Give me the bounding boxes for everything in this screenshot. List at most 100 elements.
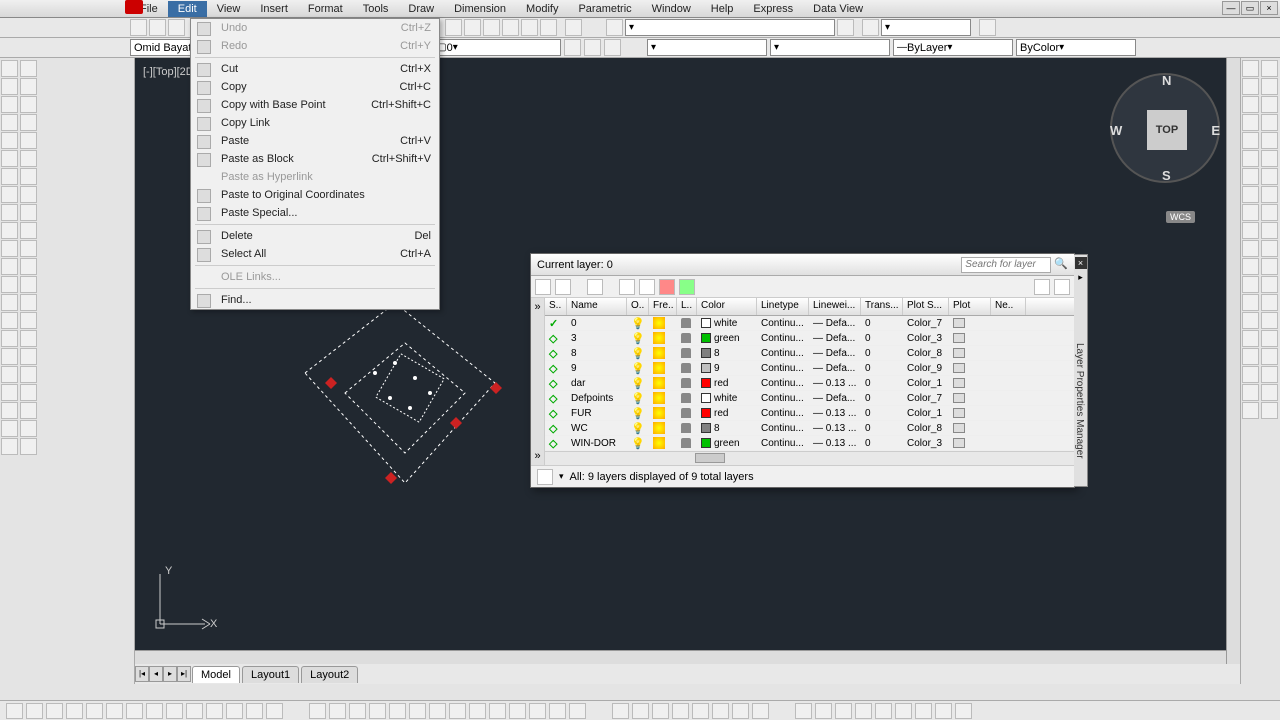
draw-tool-0[interactable] (1, 60, 18, 77)
view-cube[interactable]: TOP N S E W WCS (1105, 73, 1225, 223)
bulb-icon[interactable]: 💡 (631, 377, 645, 390)
status-toggle-13[interactable] (266, 703, 283, 719)
menu-express[interactable]: Express (743, 1, 803, 17)
bulb-icon[interactable]: 💡 (631, 347, 645, 360)
lock-icon[interactable] (681, 408, 691, 418)
viewcube-west[interactable]: W (1110, 123, 1122, 138)
draw-tool-7[interactable] (1, 186, 18, 203)
new-group-icon[interactable] (587, 279, 603, 295)
status-toggle-35[interactable] (752, 703, 769, 719)
draw-tool-9[interactable] (1, 222, 18, 239)
right-tool-b-1[interactable] (1261, 78, 1278, 95)
right-tool-a-1[interactable] (1242, 78, 1259, 95)
sun-icon[interactable] (653, 392, 665, 404)
status-toggle-0[interactable] (6, 703, 23, 719)
delete-layer-icon[interactable] (659, 279, 675, 295)
modify-tool-19[interactable] (20, 402, 37, 419)
draw-tool-13[interactable] (1, 294, 18, 311)
sun-icon[interactable] (653, 422, 665, 434)
right-tool-a-6[interactable] (1242, 168, 1259, 185)
right-tool-a-3[interactable] (1242, 114, 1259, 131)
printer-icon[interactable] (953, 348, 965, 358)
draw-tool-11[interactable] (1, 258, 18, 275)
wcs-badge[interactable]: WCS (1166, 211, 1195, 223)
properties-icon[interactable] (445, 19, 462, 36)
menu-help[interactable]: Help (701, 1, 744, 17)
draw-tool-8[interactable] (1, 204, 18, 221)
layer-filter-icon[interactable] (537, 469, 553, 485)
tab-model[interactable]: Model (192, 666, 240, 683)
sun-icon[interactable] (653, 332, 665, 344)
tab-last[interactable]: ▸| (177, 666, 191, 682)
status-toggle-36[interactable] (795, 703, 812, 719)
refresh-icon[interactable] (1034, 279, 1050, 295)
bulb-icon[interactable]: 💡 (631, 407, 645, 420)
layer-states2-icon[interactable] (604, 39, 621, 56)
right-tool-b-2[interactable] (1261, 96, 1278, 113)
lineweight-combo[interactable]: — ByLayer ▾ (893, 39, 1013, 56)
right-tool-b-17[interactable] (1261, 366, 1278, 383)
textstyle-combo[interactable]: ▾ (625, 19, 835, 36)
tab-layout1[interactable]: Layout1 (242, 666, 299, 683)
layer-match-icon[interactable] (564, 39, 581, 56)
lock-icon[interactable] (681, 333, 691, 343)
right-tool-a-2[interactable] (1242, 96, 1259, 113)
modify-tool-12[interactable] (20, 276, 37, 293)
status-toggle-34[interactable] (732, 703, 749, 719)
modify-tool-6[interactable] (20, 168, 37, 185)
status-toggle-24[interactable] (509, 703, 526, 719)
bulb-icon[interactable]: 💡 (631, 422, 645, 435)
draw-tool-2[interactable] (1, 96, 18, 113)
draw-tool-21[interactable] (1, 438, 18, 455)
viewcube-east[interactable]: E (1211, 123, 1220, 138)
lock-icon[interactable] (681, 318, 691, 328)
close-icon[interactable]: × (1075, 257, 1087, 269)
save-icon[interactable] (168, 19, 185, 36)
layer-cur-icon[interactable] (584, 39, 601, 56)
status-toggle-1[interactable] (26, 703, 43, 719)
plotstyle-combo[interactable]: ByColor ▾ (1016, 39, 1136, 56)
menuitem-copy-link[interactable]: Copy Link (191, 114, 439, 132)
status-toggle-20[interactable] (429, 703, 446, 719)
draw-tool-16[interactable] (1, 348, 18, 365)
right-tool-b-0[interactable] (1261, 60, 1278, 77)
menuitem-find-[interactable]: Find... (191, 291, 439, 309)
modify-tool-0[interactable] (20, 60, 37, 77)
new-layer-icon[interactable] (535, 279, 551, 295)
modify-tool-1[interactable] (20, 78, 37, 95)
menuitem-select-all[interactable]: Select AllCtrl+A (191, 245, 439, 263)
right-tool-a-9[interactable] (1242, 222, 1259, 239)
mleader-icon[interactable] (979, 19, 996, 36)
modify-tool-2[interactable] (20, 96, 37, 113)
status-toggle-38[interactable] (835, 703, 852, 719)
status-toggle-40[interactable] (875, 703, 892, 719)
printer-icon[interactable] (953, 333, 965, 343)
modify-tool-5[interactable] (20, 150, 37, 167)
status-toggle-18[interactable] (389, 703, 406, 719)
status-toggle-3[interactable] (66, 703, 83, 719)
layer-properties-panel[interactable]: Current layer: 0 🔍 » » S.. Name (530, 253, 1075, 488)
viewcube-top[interactable]: TOP (1147, 110, 1187, 150)
menuitem-paste-to-original-coordinates[interactable]: Paste to Original Coordinates (191, 186, 439, 204)
menu-dimension[interactable]: Dimension (444, 1, 516, 17)
sun-icon[interactable] (653, 407, 665, 419)
layer-row[interactable]: ◇dar💡redContinu...— 0.13 ...0Color_1 (545, 376, 1074, 391)
right-tool-b-3[interactable] (1261, 114, 1278, 131)
menu-parametric[interactable]: Parametric (568, 1, 641, 17)
sheet-set-icon[interactable] (502, 19, 519, 36)
right-tool-b-6[interactable] (1261, 168, 1278, 185)
right-tool-b-5[interactable] (1261, 150, 1278, 167)
printer-icon[interactable] (953, 408, 965, 418)
draw-tool-10[interactable] (1, 240, 18, 257)
draw-tool-20[interactable] (1, 420, 18, 437)
right-tool-a-17[interactable] (1242, 366, 1259, 383)
tab-next[interactable]: ▸ (163, 666, 177, 682)
printer-icon[interactable] (953, 318, 965, 328)
horizontal-scrollbar[interactable] (135, 650, 1226, 664)
menuitem-paste-special-[interactable]: Paste Special... (191, 204, 439, 222)
right-tool-b-18[interactable] (1261, 384, 1278, 401)
menu-draw[interactable]: Draw (398, 1, 444, 17)
draw-tool-6[interactable] (1, 168, 18, 185)
status-toggle-6[interactable] (126, 703, 143, 719)
color-combo[interactable]: ▾ (647, 39, 767, 56)
